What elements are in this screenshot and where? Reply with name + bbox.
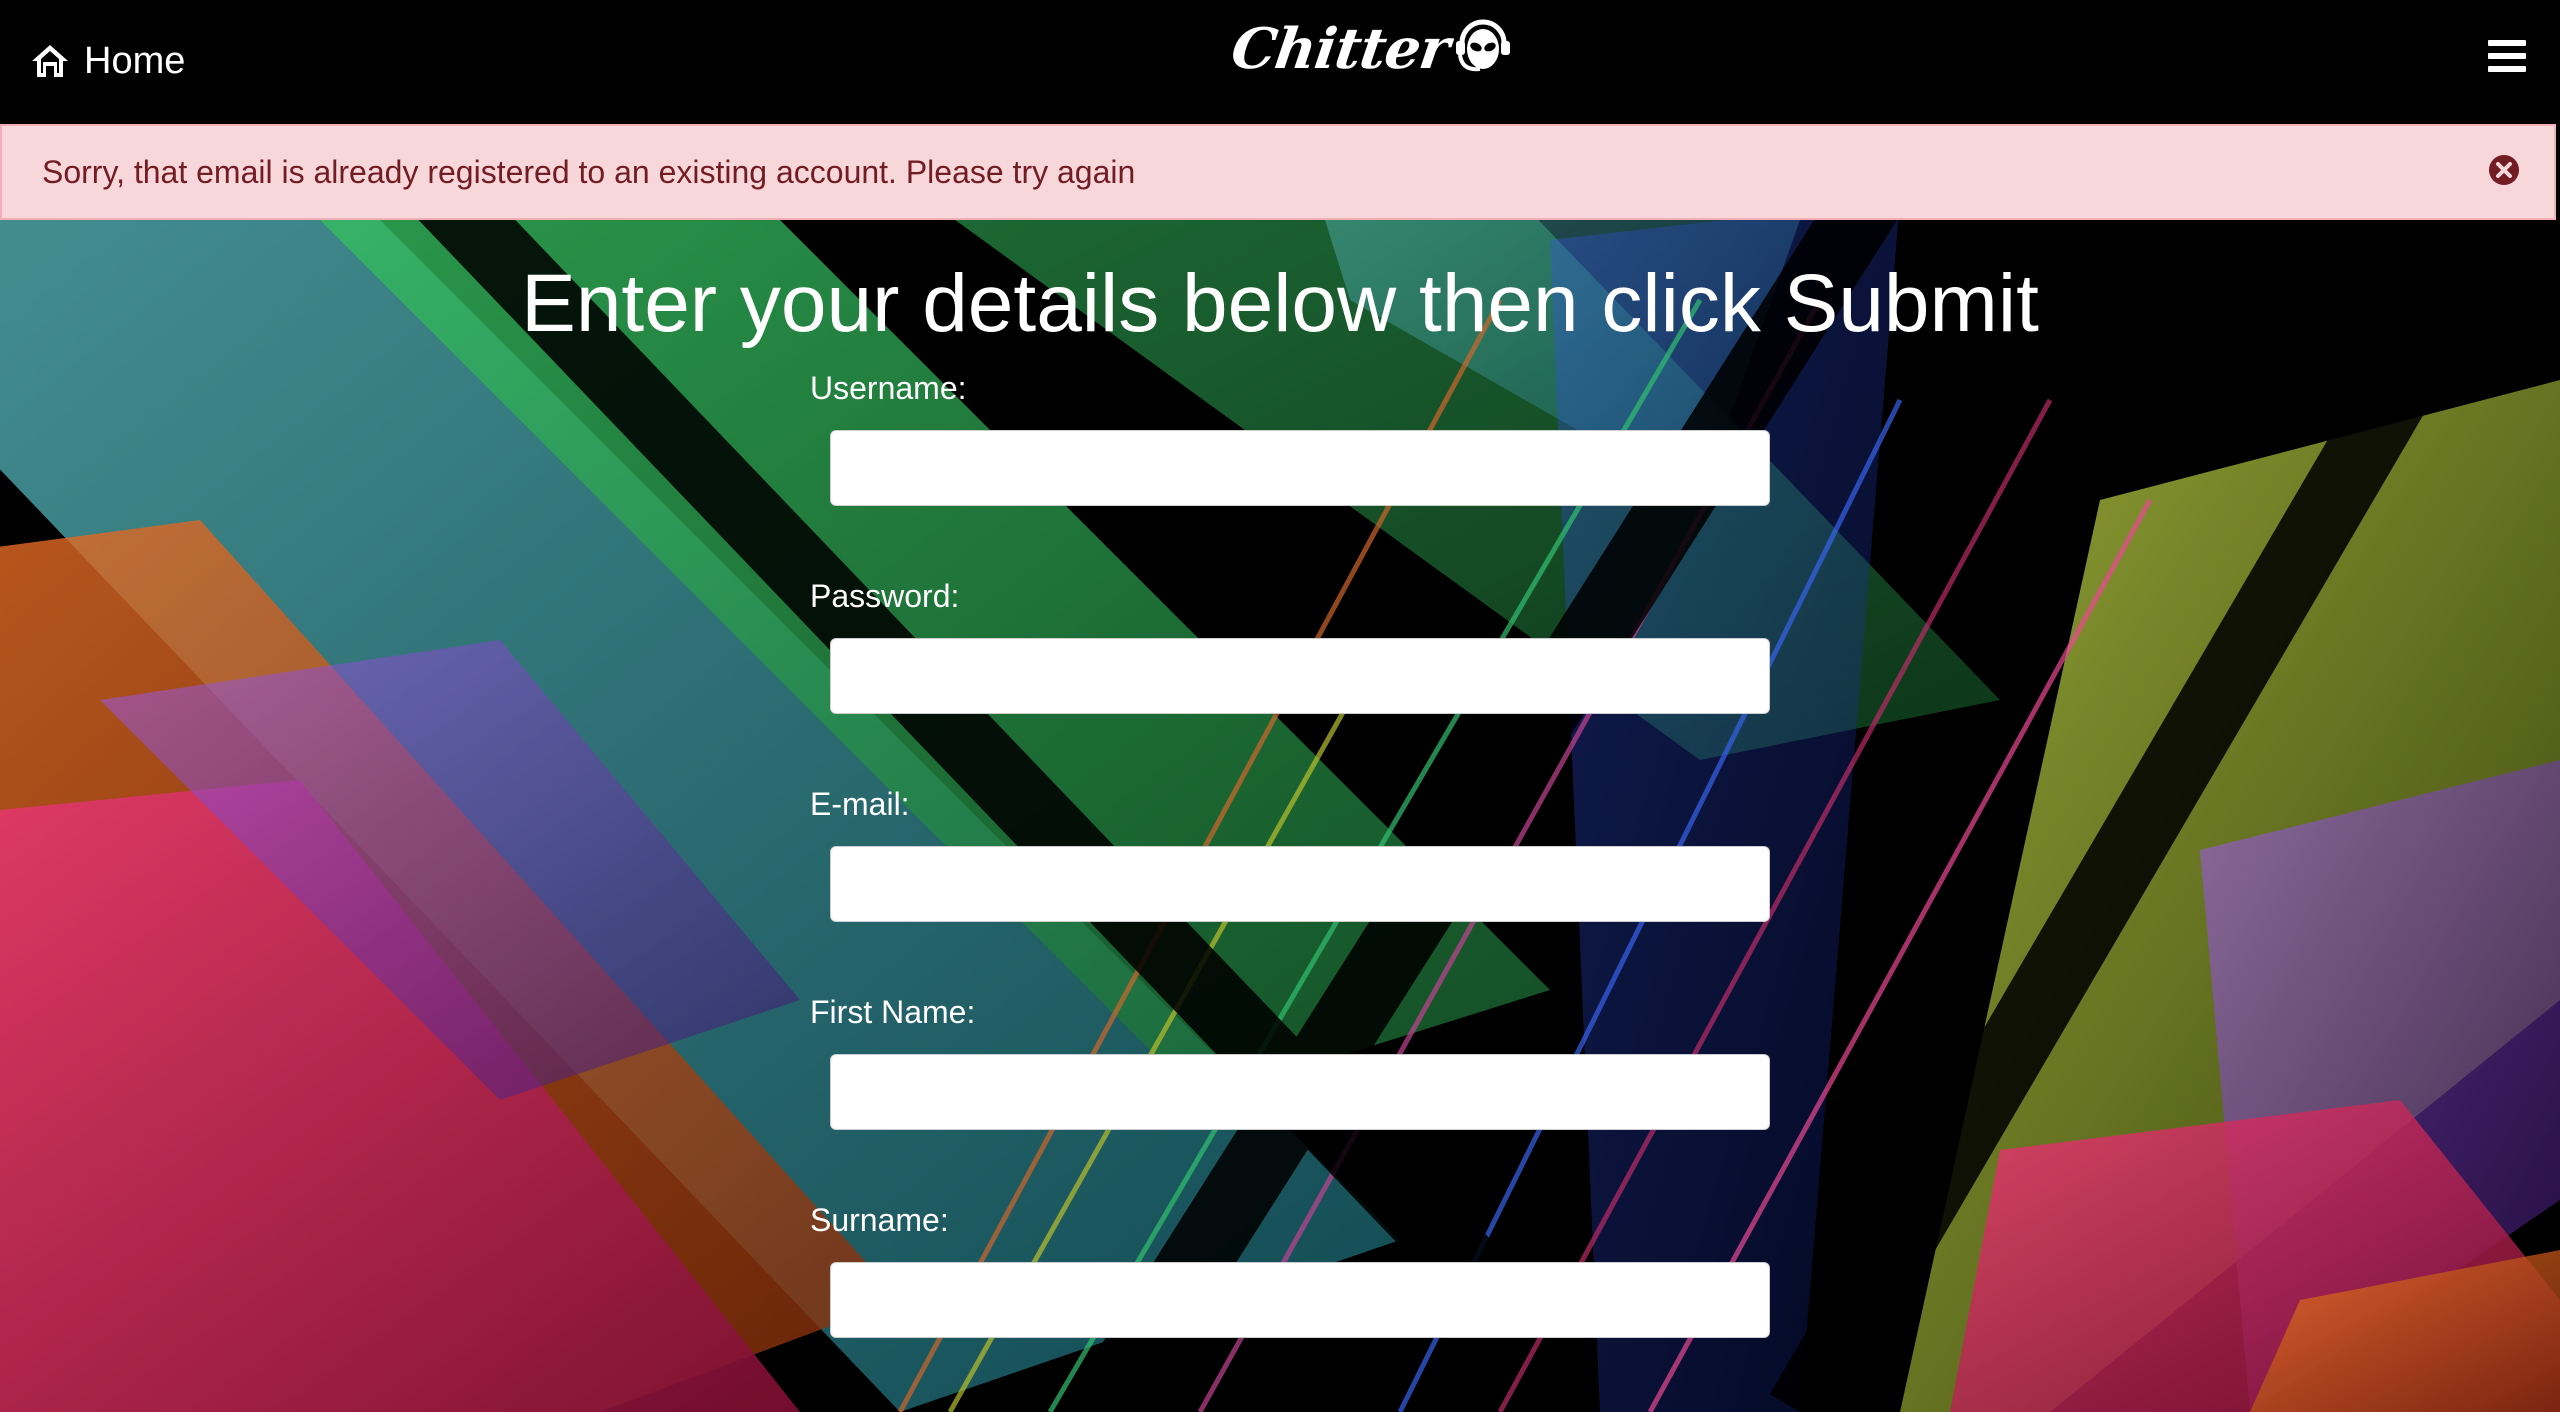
- password-input[interactable]: [830, 638, 1770, 714]
- close-circle-icon[interactable]: [2488, 154, 2520, 186]
- page: Home Chitter Sorry, that email is alread…: [0, 0, 2560, 1412]
- password-label: Password:: [810, 578, 960, 614]
- navbar: Home Chitter: [0, 0, 2560, 124]
- home-label: Home: [84, 39, 186, 82]
- alert-message: Sorry, that email is already registered …: [42, 154, 1136, 190]
- username-input[interactable]: [830, 430, 1770, 506]
- first-name-input[interactable]: [830, 1054, 1770, 1130]
- home-link[interactable]: Home: [30, 36, 185, 86]
- form-title: Enter your details below then click Subm…: [521, 258, 2039, 349]
- brand-name: Chitter: [1227, 16, 1454, 82]
- home-icon: [32, 45, 68, 77]
- error-alert: Sorry, that email is already registered …: [0, 124, 2556, 220]
- hamburger-menu-icon[interactable]: [2488, 40, 2528, 80]
- surname-label: Surname:: [810, 1202, 949, 1238]
- alien-headset-icon: [1456, 19, 1511, 72]
- email-input[interactable]: [830, 846, 1770, 922]
- username-label: Username:: [810, 370, 967, 406]
- email-label: E-mail:: [810, 786, 910, 822]
- first-name-label: First Name:: [810, 994, 976, 1030]
- brand-logo[interactable]: Chitter: [1227, 14, 1516, 84]
- surname-input[interactable]: [830, 1262, 1770, 1338]
